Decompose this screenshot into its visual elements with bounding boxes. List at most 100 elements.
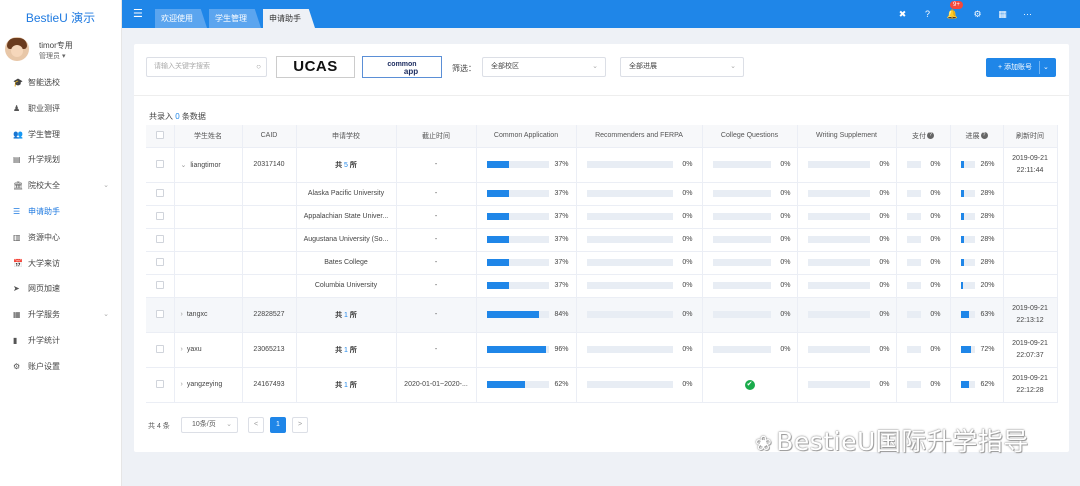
checkbox[interactable]	[155, 344, 164, 353]
hamburger-menu-icon[interactable]: ☰	[133, 7, 143, 20]
search-input[interactable]: 请输入关键字搜索 ○	[146, 57, 267, 77]
menu-icon: ➤	[13, 284, 20, 294]
user-info[interactable]: timor专用 管理员 ▾	[0, 36, 121, 70]
table-row[interactable]: ⌄ liangtimor 20317140 共 5 所 -37% 0% 0% 0% 0% 26% 2…	[146, 147, 1058, 183]
percent-value: 0%	[682, 345, 693, 353]
page-size-select[interactable]: 10条/页 ⌄	[181, 417, 238, 433]
refresh-date: 2019-09-21	[1012, 304, 1048, 312]
table-row[interactable]: › tangxc 22828527 共 1 所 -84% 0% 0% 0% 0% 63% 2019-…	[146, 297, 1058, 333]
table-row[interactable]: Appalachian State Univer... - 37% 0% 0% 0% 0% 2…	[146, 205, 1058, 229]
sidebar-item-11[interactable]: ⚙ 账户设置	[0, 354, 121, 380]
table-row[interactable]: Augustana University (So... - 37% 0% 0% 0% 0% 2…	[146, 228, 1058, 252]
tab-welcome[interactable]: 欢迎使用	[155, 9, 207, 28]
recommenders-cell: 0%	[576, 332, 703, 368]
checkbox[interactable]	[155, 211, 164, 220]
student-name-cell[interactable]: › yaxu	[174, 332, 243, 368]
checkbox[interactable]	[155, 234, 164, 243]
checkbox[interactable]	[155, 159, 164, 168]
prev-page-button[interactable]: <	[248, 417, 264, 433]
percent-value: 0%	[780, 258, 791, 266]
checkbox[interactable]	[155, 379, 164, 388]
school-count-suffix: 所	[349, 346, 357, 354]
sidebar-item-3[interactable]: ▤ 升学规划	[0, 147, 121, 173]
school-count-cell[interactable]: 共 1 所	[296, 367, 397, 403]
chevron-right-icon[interactable]: ›	[181, 381, 183, 388]
student-name-cell[interactable]: ⌄ liangtimor	[174, 147, 243, 183]
page-1-button[interactable]: 1	[270, 417, 286, 433]
ucas-logo[interactable]: UCAS	[276, 56, 355, 78]
user-role-dropdown[interactable]: 管理员 ▾	[39, 51, 65, 61]
sidebar-item-8[interactable]: ➤ 网页加速	[0, 276, 121, 302]
payment-cell: 0%	[896, 332, 951, 368]
menu-icon: ⚙	[13, 361, 21, 371]
school-count-cell[interactable]: 共 5 所	[296, 147, 397, 183]
chevron-right-icon[interactable]: ›	[181, 311, 183, 318]
row-select[interactable]	[146, 297, 175, 333]
sidebar-item-0[interactable]: 🎓 智能选校	[0, 70, 121, 96]
chevron-down-icon[interactable]: ⌄	[1043, 58, 1049, 77]
sidebar-item-9[interactable]: ▦ 升学服务 ⌄	[0, 302, 121, 328]
avatar[interactable]	[5, 37, 29, 61]
help-icon[interactable]: ?	[927, 132, 934, 140]
table-row[interactable]: Columbia University - 37% 0% 0% 0% 0% 20%	[146, 274, 1058, 298]
bell-icon[interactable]: 🔔 9+	[940, 1, 965, 22]
close-circle-icon[interactable]: ✖	[890, 6, 915, 22]
help-icon[interactable]: ?	[980, 132, 988, 140]
payment-cell: 0%	[896, 228, 951, 252]
row-select[interactable]	[146, 332, 175, 368]
tab-student-management[interactable]: 学生管理	[209, 9, 261, 28]
sidebar-item-10[interactable]: ▮ 升学统计	[0, 328, 121, 354]
gear-icon[interactable]: ⚙	[965, 6, 990, 22]
row-select[interactable]	[146, 205, 175, 229]
chevron-down-icon: ⌄	[730, 63, 736, 70]
checkbox[interactable]	[155, 188, 164, 197]
add-account-button[interactable]: + 添加账号 ⌄	[986, 58, 1056, 77]
commonapp-logo[interactable]: common app	[362, 56, 442, 78]
tab-application-assistant[interactable]: 申请助手	[263, 9, 315, 28]
chevron-right-icon[interactable]: ›	[181, 346, 183, 353]
sidebar-item-2[interactable]: 👥 学生管理	[0, 122, 121, 148]
campus-select[interactable]: 全部校区 ⌄	[482, 57, 606, 77]
school-count-cell[interactable]: 共 1 所	[296, 297, 397, 333]
menu-icon: ▮	[13, 335, 18, 345]
checkbox[interactable]	[155, 130, 164, 139]
student-name-cell[interactable]: › tangxc	[174, 297, 243, 333]
checkbox[interactable]	[155, 257, 164, 266]
school-count-cell[interactable]: 共 1 所	[296, 332, 397, 368]
sidebar-item-1[interactable]: ♟ 职业测评	[0, 96, 121, 122]
sidebar-item-7[interactable]: 📅 大学来访	[0, 251, 121, 277]
row-select[interactable]	[146, 147, 175, 183]
more-icon[interactable]: ···	[1015, 6, 1040, 22]
row-select[interactable]	[146, 274, 175, 298]
header-school: 申请学校	[296, 125, 397, 148]
next-page-button[interactable]: >	[292, 417, 308, 433]
table-row[interactable]: › yangzeying 24167493 共 1 所 2020-01-01~2020-…	[146, 367, 1058, 403]
percent-value: 28%	[980, 189, 995, 197]
common-app-cell: 37%	[476, 182, 577, 206]
table-row[interactable]: › yaxu 23065213 共 1 所 -96% 0% 0% 0% 0% 72% 2019-09…	[146, 332, 1058, 368]
progress-select[interactable]: 全部进展 ⌄	[620, 57, 744, 77]
progress-bar	[486, 258, 549, 266]
college-questions-cell: 0%	[702, 251, 798, 275]
sidebar-item-4[interactable]: 🏛 院校大全 ⌄	[0, 173, 121, 199]
brand-title[interactable]: BestieU 演示	[0, 0, 121, 36]
checkbox[interactable]	[155, 309, 164, 318]
sidebar-item-5[interactable]: ☰ 申请助手	[0, 199, 121, 225]
table-row[interactable]: Alaska Pacific University - 37% 0% 0% 0% 0% 28%	[146, 182, 1058, 206]
watermark: ❀ BestieU国际升学指导	[755, 422, 1029, 458]
row-select[interactable]	[146, 182, 175, 206]
student-name-cell[interactable]: › yangzeying	[174, 367, 243, 403]
help-icon[interactable]: ?	[915, 6, 940, 22]
sidebar-item-6[interactable]: ▥ 资源中心	[0, 225, 121, 251]
table-row[interactable]: Bates College - 37% 0% 0% 0% 0% 28%	[146, 251, 1058, 275]
progress-bar	[906, 281, 921, 289]
checkbox[interactable]	[155, 280, 164, 289]
row-select[interactable]	[146, 251, 175, 275]
chevron-down-icon[interactable]: ⌄	[181, 162, 187, 169]
row-select[interactable]	[146, 367, 175, 403]
row-select[interactable]	[146, 228, 175, 252]
sidebar-item-label: 大学来访	[28, 258, 60, 268]
search-icon[interactable]: ○	[256, 58, 261, 76]
header-select-all[interactable]	[146, 125, 175, 148]
calendar-icon[interactable]: ▦	[990, 6, 1015, 22]
